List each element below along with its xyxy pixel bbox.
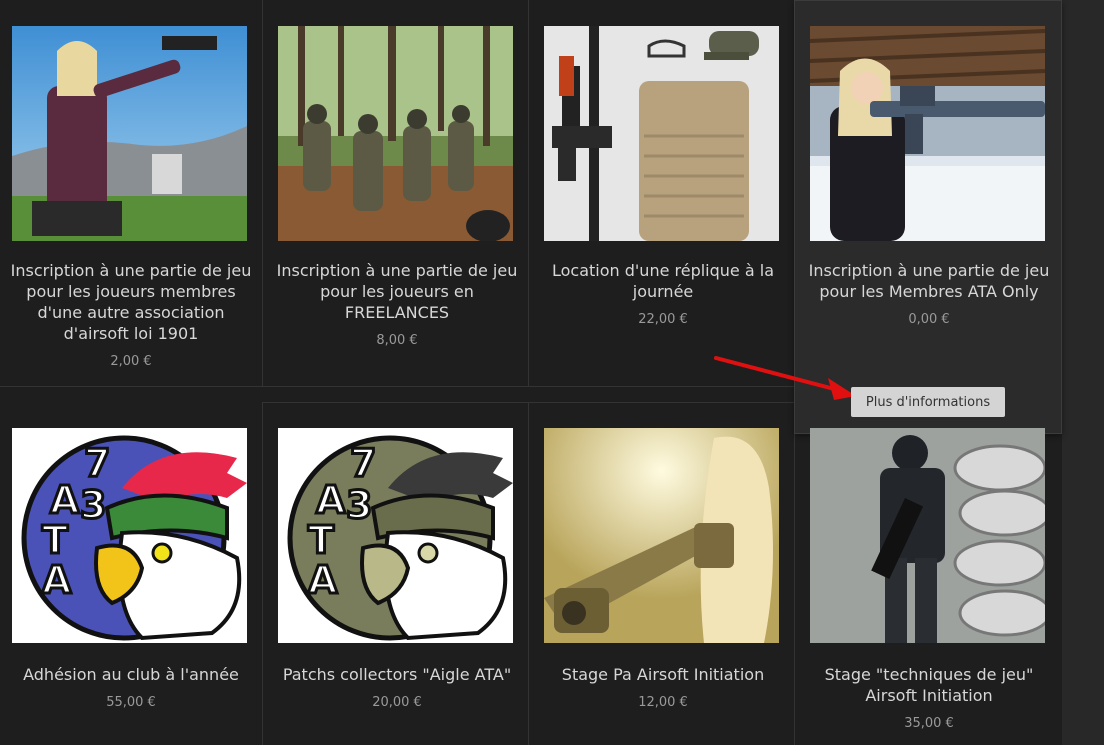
logo-letter-a: A bbox=[316, 478, 346, 522]
product-card[interactable]: Inscription à une partie de jeu pour les… bbox=[266, 0, 528, 386]
product-title-text: Adhésion au club à l'année bbox=[23, 665, 239, 684]
product-image-anime-pistol[interactable] bbox=[544, 428, 779, 643]
product-title-text: Location d'une réplique à la journée bbox=[551, 261, 774, 301]
product-title-text: Inscription à une partie de jeu pour les… bbox=[808, 261, 1050, 301]
product-card[interactable]: Stage Pa Airsoft Initiation 12,00 € bbox=[532, 402, 794, 745]
grid-divider bbox=[528, 0, 529, 386]
product-card[interactable]: Location d'une réplique à la journée 22,… bbox=[532, 0, 794, 386]
product-image-player-shooting[interactable] bbox=[12, 26, 247, 241]
grid-divider bbox=[528, 402, 529, 745]
product-title[interactable]: Stage "techniques de jeu" Airsoft Initia… bbox=[804, 664, 1054, 734]
product-card-hovered[interactable]: Inscription à une partie de jeu pour les… bbox=[798, 0, 1060, 386]
logo-digit-seven: 7 bbox=[350, 441, 376, 485]
product-image-forest-group[interactable] bbox=[278, 26, 513, 241]
product-title[interactable]: Inscription à une partie de jeu pour les… bbox=[6, 260, 256, 372]
product-title[interactable]: Inscription à une partie de jeu pour les… bbox=[804, 260, 1054, 330]
logo-letter-a: A bbox=[308, 558, 338, 602]
grid-divider bbox=[262, 0, 263, 386]
product-price: 20,00 € bbox=[372, 695, 422, 710]
grid-divider bbox=[262, 402, 263, 745]
grid-divider bbox=[0, 386, 794, 387]
product-title[interactable]: Patchs collectors "Aigle ATA" 20,00 € bbox=[272, 664, 522, 713]
product-title-text: Inscription à une partie de jeu pour les… bbox=[276, 261, 518, 322]
grid-divider bbox=[794, 434, 795, 745]
product-title-text: Patchs collectors "Aigle ATA" bbox=[282, 665, 512, 684]
product-price: 2,00 € bbox=[110, 354, 152, 369]
product-price: 12,00 € bbox=[638, 695, 688, 710]
logo-digit-three: 3 bbox=[80, 483, 106, 527]
logo-letter-t: T bbox=[42, 518, 68, 562]
product-card[interactable]: 7 A 3 T A Adhésion au club à l'année 55,… bbox=[0, 402, 262, 745]
product-image-rental-gear[interactable] bbox=[544, 26, 779, 241]
product-image-club-logo-olive[interactable]: 7 A 3 T A bbox=[278, 428, 513, 643]
product-card[interactable]: 7 A 3 T A Patchs collectors "Aigle ATA" … bbox=[266, 402, 528, 745]
logo-letter-t: T bbox=[308, 518, 334, 562]
product-title[interactable]: Stage Pa Airsoft Initiation 12,00 € bbox=[538, 664, 788, 713]
logo-digit-seven: 7 bbox=[84, 441, 110, 485]
product-title[interactable]: Location d'une réplique à la journée 22,… bbox=[538, 260, 788, 330]
product-image-club-logo-color[interactable]: 7 A 3 T A bbox=[12, 428, 247, 643]
logo-digit-three: 3 bbox=[346, 483, 372, 527]
product-price: 0,00 € bbox=[908, 312, 950, 327]
product-price: 55,00 € bbox=[106, 695, 156, 710]
product-card[interactable]: Inscription à une partie de jeu pour les… bbox=[0, 0, 262, 386]
product-title[interactable]: Adhésion au club à l'année 55,00 € bbox=[6, 664, 256, 713]
product-price: 22,00 € bbox=[638, 312, 688, 327]
product-card[interactable]: Stage "techniques de jeu" Airsoft Initia… bbox=[798, 402, 1060, 745]
more-info-button[interactable]: Plus d'informations bbox=[851, 387, 1005, 417]
product-image-tactical-soldier[interactable] bbox=[810, 428, 1045, 643]
product-image-snow-shooter[interactable] bbox=[810, 26, 1045, 241]
product-title-text: Stage "techniques de jeu" Airsoft Initia… bbox=[824, 665, 1034, 705]
product-title-text: Inscription à une partie de jeu pour les… bbox=[10, 261, 252, 343]
logo-letter-a: A bbox=[50, 478, 80, 522]
product-grid-page: Inscription à une partie de jeu pour les… bbox=[0, 0, 1104, 745]
product-price: 8,00 € bbox=[376, 333, 418, 348]
product-title-text: Stage Pa Airsoft Initiation bbox=[561, 665, 765, 684]
product-price: 35,00 € bbox=[904, 716, 954, 731]
logo-letter-a: A bbox=[42, 558, 72, 602]
product-title[interactable]: Inscription à une partie de jeu pour les… bbox=[272, 260, 522, 351]
scrollbar-track[interactable] bbox=[1062, 0, 1104, 745]
